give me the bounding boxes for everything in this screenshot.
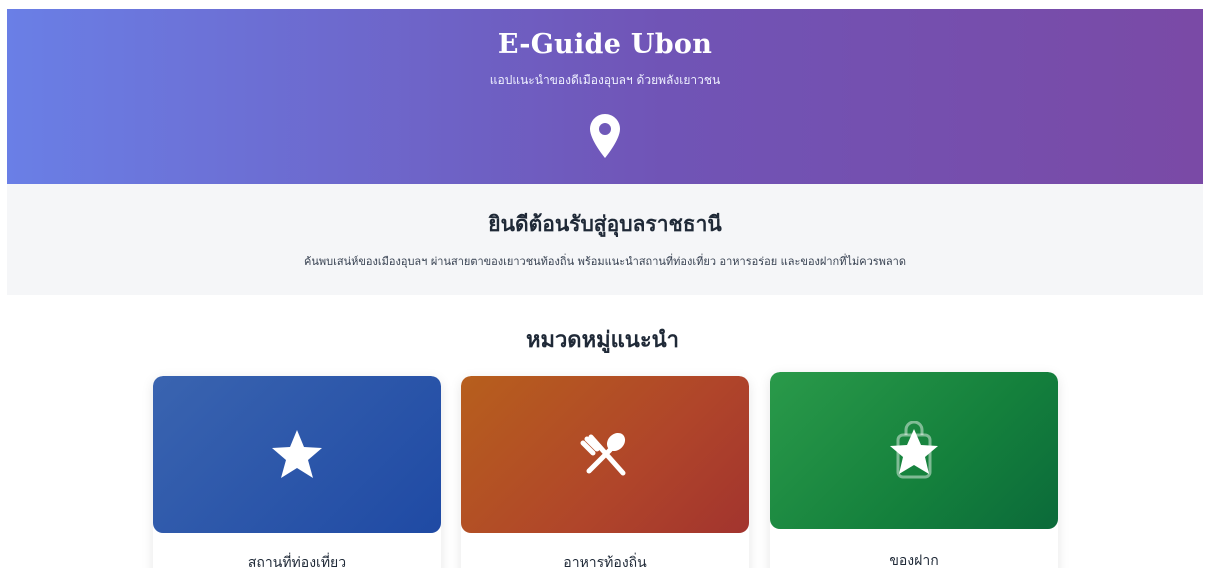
category-card-attractions[interactable]: สถานที่ท่องเที่ยว: [153, 376, 441, 568]
welcome-description: ค้นพบเสน่ห์ของเมืองอุบลฯ ผ่านสายตาของเยา…: [304, 255, 906, 268]
app-subtitle: แอปแนะนำของดีเมืองอุบลฯ ด้วยพลังเยาวชน: [489, 73, 721, 87]
category-card-label: อาหารท้องถิ่น: [563, 555, 647, 568]
category-card-local-food[interactable]: อาหารท้องถิ่น: [461, 376, 749, 568]
categories-title: หมวดหมู่แนะนำ: [525, 328, 680, 353]
category-card-souvenirs[interactable]: ของฝาก: [770, 372, 1058, 568]
category-card-image: [461, 376, 749, 533]
welcome-title: ยินดีต้อนรับสู่อุบลราชธานี: [488, 212, 722, 236]
welcome-section: ยินดีต้อนรับสู่อุบลราชธานี ค้นพบเสน่ห์ขอ…: [7, 184, 1203, 295]
category-card-label: ของฝาก: [889, 553, 939, 568]
app-header: E-Guide Ubon แอปแนะนำของดีเมืองอุบลฯ ด้ว…: [7, 9, 1203, 184]
star-icon: [272, 429, 322, 478]
app-title: E-Guide Ubon: [497, 29, 713, 60]
map-pin-icon: [590, 114, 620, 158]
category-card-image: [153, 376, 441, 533]
fork-spoon-icon: [580, 432, 626, 475]
gift-bag-star-icon: [890, 420, 938, 478]
category-card-label: สถานที่ท่องเที่ยว: [247, 555, 347, 568]
category-card-image: [770, 372, 1058, 529]
